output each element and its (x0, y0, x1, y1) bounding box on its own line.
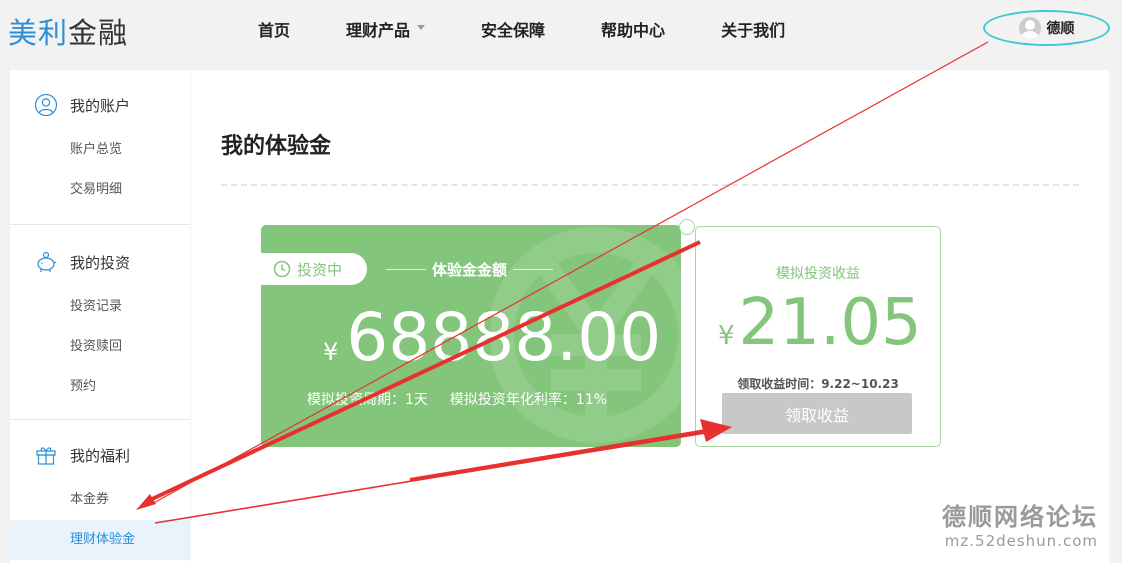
currency-symbol: ¥ (323, 338, 339, 366)
sidebar-item-invest-records[interactable]: 投资记录 (10, 287, 190, 327)
nav-item-label: 帮助中心 (601, 21, 666, 40)
main-nav: 首页 理财产品 安全保障 帮助中心 关于我们 (230, 0, 813, 62)
amount-label: 体验金金额 (432, 261, 508, 279)
sidebar-header-investment[interactable]: 我的投资 (10, 237, 190, 287)
brand-logo[interactable]: 美利金融 (8, 10, 128, 52)
nav-item-label: 关于我们 (721, 21, 786, 40)
sidebar-header-label: 我的投资 (70, 253, 131, 272)
amount-display: ¥ 68888.00 (323, 305, 661, 371)
sidebar-item-account-overview[interactable]: 账户总览 (10, 130, 190, 170)
nav-item-label: 理财产品 (346, 21, 411, 40)
sidebar-item-redemption[interactable]: 投资赎回 (10, 327, 190, 367)
sidebar-header-account[interactable]: 我的账户 (10, 80, 190, 130)
page-title: 我的体验金 (221, 134, 332, 159)
sidebar-item-principal-coupon[interactable]: 本金券 (10, 480, 190, 520)
claim-time: 领取收益时间：9.22~10.23 (737, 377, 899, 391)
earnings-display: ¥ 21.05 (718, 291, 922, 355)
sidebar-item-reservation[interactable]: 预约 (10, 367, 190, 407)
decorative-line (386, 269, 426, 270)
sidebar-group-benefits: 我的福利 本金券 理财体验金 (10, 420, 190, 563)
amount-label-group: 体验金金额 (386, 259, 554, 280)
clock-icon (273, 260, 291, 278)
investment-meta: 模拟投资周期：1天 模拟投资年化利率：11% (307, 389, 607, 409)
brand-logo-part1: 美利 (8, 16, 69, 50)
earnings-value: 21.05 (738, 286, 922, 360)
nav-item-help[interactable]: 帮助中心 (573, 0, 693, 58)
sidebar: 我的账户 账户总览 交易明细 我的投资 投资记录 投资赎回 预约 我的福利 本金… (10, 70, 190, 563)
top-navigation-bar: 美利金融 首页 理财产品 安全保障 帮助中心 关于我们 德顺 (0, 0, 1122, 62)
watermark-line1: 德顺网络论坛 (942, 503, 1098, 531)
status-badge: 投资中 (261, 253, 367, 285)
card-notch (679, 219, 695, 235)
status-text: 投资中 (297, 260, 343, 279)
sidebar-group-investment: 我的投资 投资记录 投资赎回 预约 (10, 225, 190, 420)
trial-fund-card: 投资中 体验金金额 ¥ 68888.00 模拟投资周期：1天 模拟投资年化利率：… (261, 225, 681, 447)
user-menu[interactable]: 德顺 (983, 10, 1110, 46)
annual-rate: 模拟投资年化利率：11% (449, 392, 608, 408)
site-watermark: 德顺网络论坛 mz.52deshun.com (942, 497, 1098, 550)
nav-item-label: 首页 (258, 21, 291, 40)
sidebar-header-benefits[interactable]: 我的福利 (10, 430, 190, 480)
earnings-card: 模拟投资收益 ¥ 21.05 领取收益时间：9.22~10.23 领取收益 (695, 226, 941, 447)
avatar-icon (1018, 17, 1041, 39)
gift-icon (36, 447, 56, 465)
investment-period: 模拟投资周期：1天 (307, 392, 428, 408)
user-name: 德顺 (1046, 21, 1075, 37)
sidebar-header-label: 我的福利 (70, 446, 131, 465)
nav-item-products[interactable]: 理财产品 (318, 0, 453, 58)
trial-amount: 68888.00 (346, 299, 662, 376)
currency-symbol: ¥ (718, 321, 735, 351)
nav-item-home[interactable]: 首页 (230, 0, 318, 58)
claim-earnings-button[interactable]: 领取收益 (722, 393, 912, 434)
user-circle-icon (34, 93, 58, 117)
brand-logo-part2: 金融 (68, 16, 129, 50)
earnings-title: 模拟投资收益 (776, 266, 860, 282)
title-divider (221, 184, 1079, 186)
sidebar-item-trial-fund[interactable]: 理财体验金 (10, 520, 190, 560)
sidebar-item-transactions[interactable]: 交易明细 (10, 170, 190, 210)
nav-item-label: 安全保障 (481, 21, 546, 40)
main-content: 我的体验金 投资中 体验金金额 ¥ 68888.00 模拟投资周期：1天 模拟投… (191, 70, 1109, 563)
piggy-bank-icon (37, 251, 57, 272)
sidebar-header-label: 我的账户 (70, 96, 131, 115)
watermark-line2: mz.52deshun.com (944, 532, 1098, 550)
nav-item-about[interactable]: 关于我们 (693, 0, 813, 58)
sidebar-group-account: 我的账户 账户总览 交易明细 (10, 70, 190, 225)
nav-item-security[interactable]: 安全保障 (453, 0, 573, 58)
decorative-line (513, 269, 554, 270)
dropdown-caret-icon (417, 24, 426, 30)
